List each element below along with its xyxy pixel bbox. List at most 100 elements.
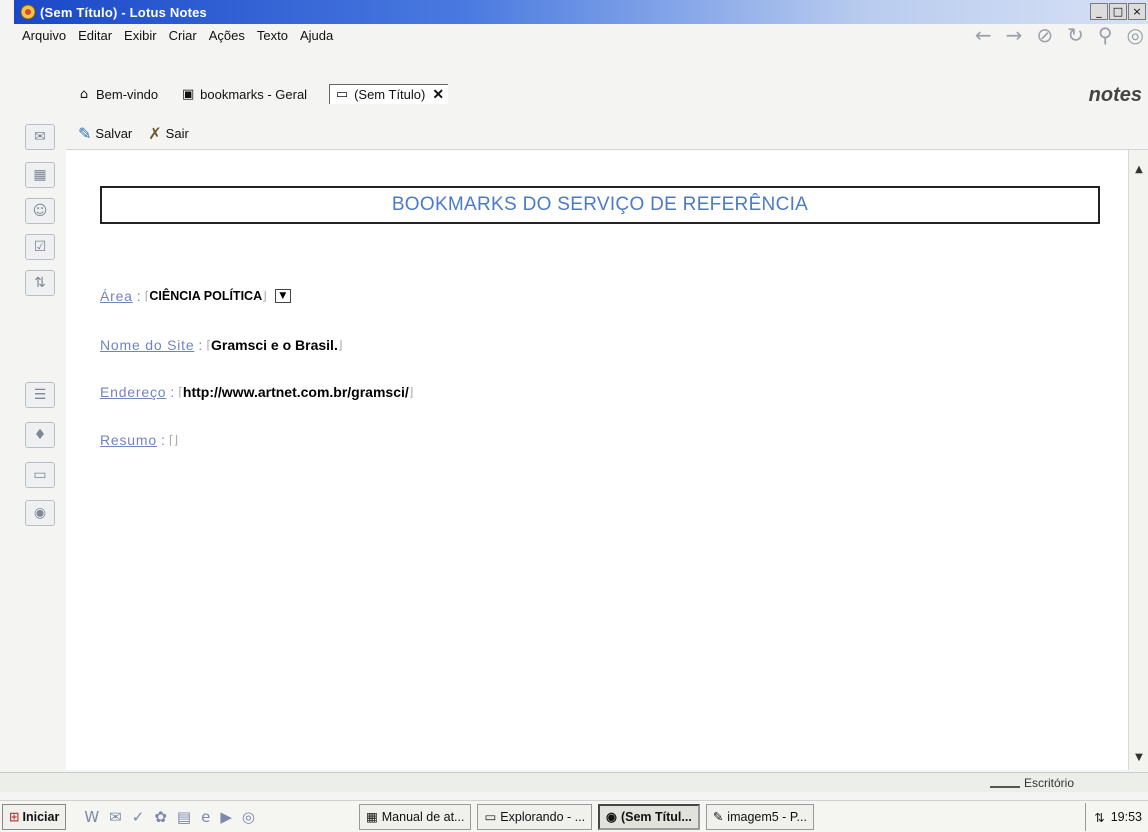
paint-icon: ✎ <box>712 810 724 824</box>
home-globe-icon[interactable]: ◎ <box>1127 23 1144 47</box>
home-icon: ⌂ <box>79 86 89 102</box>
maximize-button[interactable]: □ <box>1109 3 1127 20</box>
back-arrow-icon[interactable]: ← <box>975 23 992 47</box>
task-label: imagem5 - P... <box>727 809 807 824</box>
contacts-icon[interactable]: ☺ <box>25 198 55 224</box>
todo-icon[interactable]: ☑ <box>25 234 55 260</box>
tab-label: Bem-vindo <box>96 86 159 102</box>
menu-arquivo[interactable]: Arquivo <box>22 28 66 43</box>
clock: 19:53 <box>1110 810 1142 824</box>
window-title: (Sem Título) - Lotus Notes <box>40 4 207 20</box>
tab-strip: ⌂ Bem-vindo ▣ bookmarks - Geral ▭ (Sem T… <box>0 48 1148 116</box>
form-heading: BOOKMARKS DO SERVIÇO DE REFERÊNCIA <box>391 194 809 215</box>
taskbar-item-explorando[interactable]: ▭ Explorando - ... <box>477 803 593 830</box>
close-button[interactable]: × <box>1128 3 1146 20</box>
scroll-down-icon[interactable]: ▼ <box>1132 750 1146 764</box>
scroll-up-icon[interactable]: ▲ <box>1132 162 1146 176</box>
navigation-toolbar: ← → ⊘ ↻ ⚲ ◎ <box>975 22 1144 48</box>
task-label: (Sem Títul... <box>620 809 692 824</box>
menu-texto[interactable]: Texto <box>257 28 288 43</box>
databases-icon[interactable]: ☰ <box>25 382 55 408</box>
task-label: Manual de at... <box>381 809 465 824</box>
location-icon <box>989 778 1020 788</box>
notes-icon[interactable]: ✓ <box>132 808 145 826</box>
web-browser-icon[interactable]: ◉ <box>25 500 55 526</box>
minimize-button[interactable]: _ <box>1090 3 1108 20</box>
exit-label: Sair <box>165 126 189 141</box>
status-bar: Escritório <box>0 772 1148 792</box>
player-icon[interactable]: ▶ <box>220 808 232 826</box>
network-icon[interactable]: ⇅ <box>1094 810 1104 825</box>
save-button[interactable]: ✎ Salvar <box>78 124 132 143</box>
taskbar-item-imagem5[interactable]: ✎ imagem5 - P... <box>705 803 814 830</box>
database-icon: ▣ <box>181 86 195 102</box>
media-icon[interactable]: ✿ <box>154 808 167 826</box>
field-label: Resumo <box>100 432 157 448</box>
field-label: Nome do Site <box>100 337 195 353</box>
taskbar: ⊞ Iniciar W ✉ ✓ ✿ ▤ e ▶ ◎ ▦ Manual de at… <box>0 800 1148 832</box>
close-tab-icon[interactable]: ✕ <box>432 86 444 103</box>
field-label: Área <box>100 288 133 304</box>
stop-icon[interactable]: ⊘ <box>1036 23 1053 47</box>
folder-icon[interactable]: ▭ <box>25 462 55 488</box>
search-icon[interactable]: ⚲ <box>1098 23 1113 47</box>
mail-icon[interactable]: ✉ <box>25 124 55 150</box>
tab-label: (Sem Título) <box>354 87 426 102</box>
task-label: Explorando - ... <box>500 809 586 824</box>
field-nome-do-site: Nome do Site : ⌈ Gramsci e o Brasil. ⌋ <box>100 337 343 353</box>
exit-button[interactable]: ✗ Sair <box>148 124 189 143</box>
tab-sem-titulo[interactable]: ▭ (Sem Título) ✕ <box>329 84 449 104</box>
opera-icon[interactable]: ◎ <box>242 808 255 826</box>
field-resumo: Resumo : ⌈ ⌋ <box>100 432 179 448</box>
forward-arrow-icon[interactable]: → <box>1006 23 1023 47</box>
window-controls: _ □ × <box>1090 3 1146 20</box>
windows-logo-icon: ⊞ <box>9 809 20 824</box>
save-label: Salvar <box>95 126 133 141</box>
tab-bem-vindo[interactable]: ⌂ Bem-vindo <box>76 86 158 102</box>
calendar-icon[interactable]: ▦ <box>25 162 55 188</box>
form-heading-box: BOOKMARKS DO SERVIÇO DE REFERÊNCIA <box>100 186 1100 224</box>
document-area: BOOKMARKS DO SERVIÇO DE REFERÊNCIA Área … <box>66 150 1128 770</box>
area-value[interactable]: CIÊNCIA POLÍTICA <box>149 289 262 303</box>
ie-icon[interactable]: e <box>201 808 210 826</box>
refresh-icon[interactable]: ↻ <box>1067 23 1084 47</box>
lotus-notes-icon <box>20 4 36 20</box>
field-area: Área : ⌈ CIÊNCIA POLÍTICA ⌋ ▼ <box>100 288 291 304</box>
vertical-scrollbar[interactable]: ▲ ▼ <box>1128 150 1148 770</box>
start-button[interactable]: ⊞ Iniciar <box>2 803 67 830</box>
document-icon: ▭ <box>335 87 349 102</box>
explorer-icon[interactable]: ▤ <box>177 808 191 826</box>
tab-bookmarks-geral[interactable]: ▣ bookmarks - Geral <box>180 86 307 102</box>
menu-exibir[interactable]: Exibir <box>124 28 157 43</box>
menu-criar[interactable]: Criar <box>169 28 197 43</box>
lotus-notes-window: (Sem Título) - Lotus Notes _ □ × Arquivo… <box>0 0 1148 832</box>
save-icon: ✎ <box>78 124 92 143</box>
area-dropdown-button[interactable]: ▼ <box>274 289 291 303</box>
location-selector[interactable]: Escritório <box>989 776 1074 790</box>
location-label: Escritório <box>1023 776 1074 790</box>
taskbar-item-sem-titulo[interactable]: ◉ (Sem Títul... <box>598 803 700 830</box>
field-label: Endereço <box>100 384 167 400</box>
action-bar: ✎ Salvar ✗ Sair <box>66 118 1148 150</box>
menu-editar[interactable]: Editar <box>78 28 112 43</box>
lotus-notes-icon: ◉ <box>606 810 617 824</box>
system-tray: ⇅ 19:53 <box>1085 803 1148 831</box>
word-icon[interactable]: W <box>84 808 99 826</box>
start-label: Iniciar <box>22 809 60 824</box>
menu-ajuda[interactable]: Ajuda <box>300 28 333 43</box>
taskbar-item-manual[interactable]: ▦ Manual de at... <box>358 803 472 830</box>
outlook-icon[interactable]: ✉ <box>109 808 122 826</box>
menu-acoes[interactable]: Ações <box>209 28 245 43</box>
title-bar: (Sem Título) - Lotus Notes _ □ × <box>14 0 1148 24</box>
tab-label: bookmarks - Geral <box>200 86 308 102</box>
replicator-icon[interactable]: ⇅ <box>25 270 55 296</box>
exit-icon: ✗ <box>148 124 162 143</box>
menu-bar: Arquivo Editar Exibir Criar Ações Texto … <box>22 24 333 46</box>
document-icon: ▦ <box>365 810 378 824</box>
site-name-value[interactable]: Gramsci e o Brasil. <box>211 337 338 353</box>
quick-launch: W ✉ ✓ ✿ ▤ e ▶ ◎ <box>84 808 255 826</box>
favorites-icon[interactable]: ♦ <box>25 422 55 448</box>
folder-icon: ▭ <box>484 810 497 824</box>
notes-brand-logo: notes <box>1088 84 1142 106</box>
address-value[interactable]: http://www.artnet.com.br/gramsci/ <box>183 384 409 400</box>
